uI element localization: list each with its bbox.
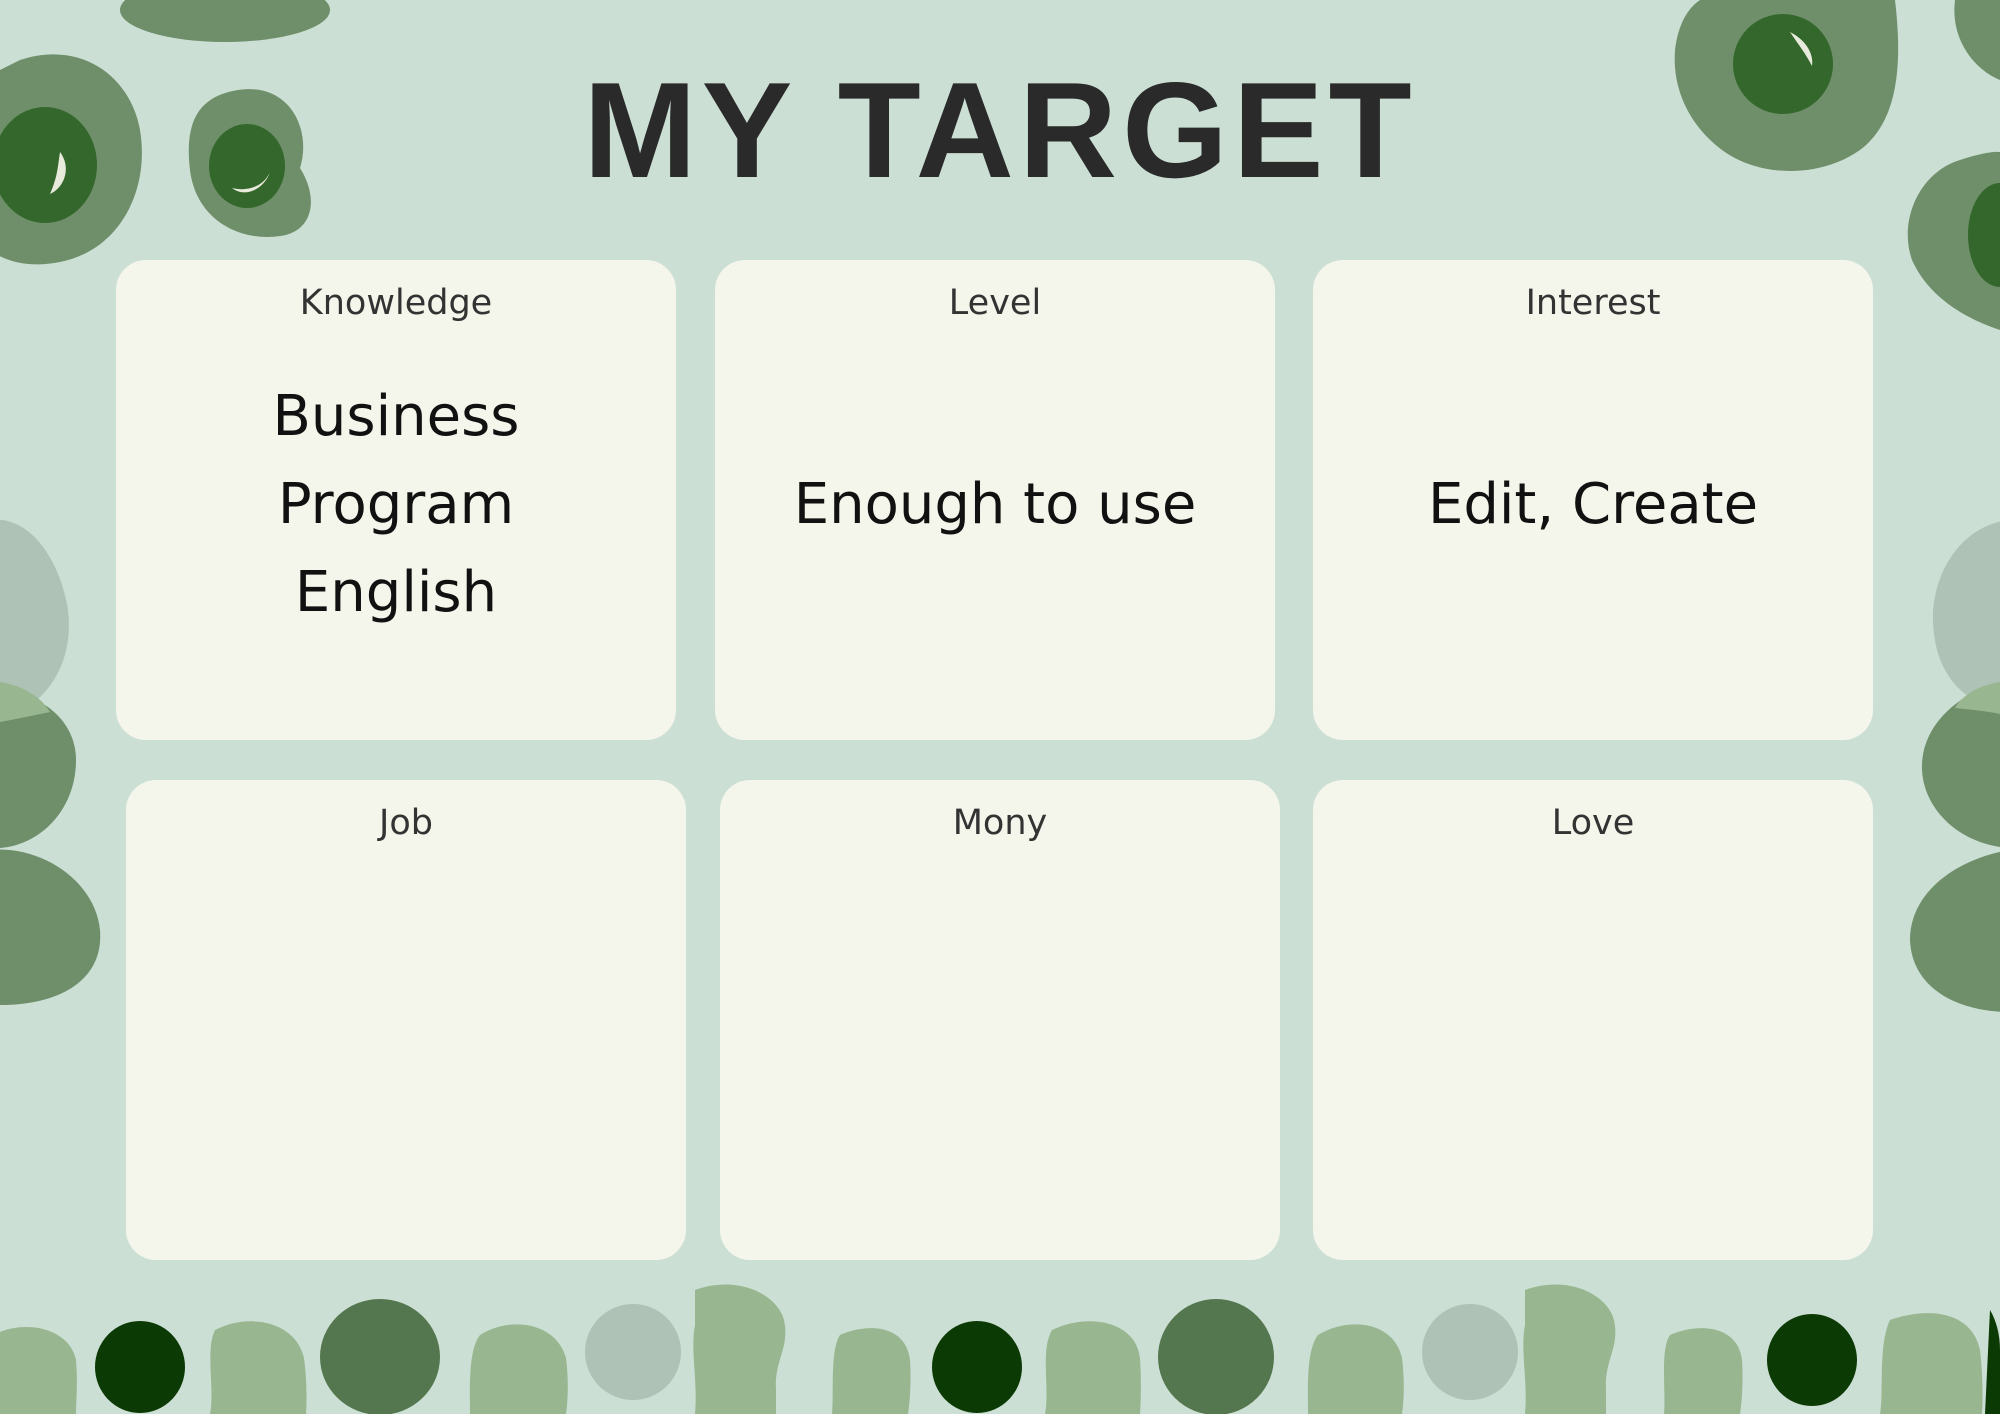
leaf-blob-right-side (1910, 521, 2000, 1012)
card-interest: Interest Edit, Create (1313, 260, 1873, 740)
card-content: Edit, Create (1313, 350, 1873, 660)
card-love: Love (1313, 780, 1873, 1260)
leaf-blob-bottom-row (0, 1284, 2000, 1414)
card-text-line: Business (272, 384, 520, 449)
card-mony: Mony (720, 780, 1280, 1260)
card-label: Mony (952, 803, 1048, 843)
card-text-line: Enough to use (793, 472, 1197, 537)
card-label: Level (948, 283, 1042, 323)
card-level: Level Enough to use (715, 260, 1275, 740)
card-label: Job (379, 803, 433, 843)
leaf-blob-left-side (0, 519, 101, 1005)
card-text-line: English (294, 560, 498, 625)
card-text-line: Edit, Create (1427, 472, 1759, 537)
card-job: Job (126, 780, 686, 1260)
card-label: Love (1551, 803, 1635, 843)
card-content: Enough to use (715, 350, 1275, 660)
card-knowledge: Knowledge Business Program English (116, 260, 676, 740)
card-label: Knowledge (299, 283, 493, 323)
page-title: MY TARGET (583, 54, 1417, 206)
card-label: Interest (1525, 283, 1661, 323)
card-content: Business Program English (116, 350, 676, 660)
planner-page: MY TARGET Knowledge Business Program Eng… (0, 0, 2000, 1414)
card-text-line: Program (277, 472, 515, 537)
